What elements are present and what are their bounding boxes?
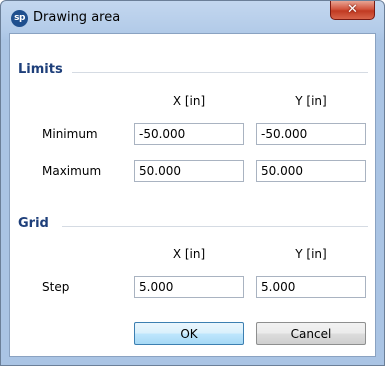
step-x-input[interactable] <box>134 276 244 298</box>
window-title: Drawing area <box>33 10 121 25</box>
cancel-button[interactable]: Cancel <box>256 322 366 345</box>
app-logo-icon: sp <box>11 10 28 27</box>
dialog-window: sp Drawing area ✕ Limits X [in] Y [in] M… <box>0 0 385 366</box>
ok-button[interactable]: OK <box>134 322 244 345</box>
limits-y-column-header: Y [in] <box>295 94 327 108</box>
grid-y-column-header: Y [in] <box>295 247 327 261</box>
grid-section-divider <box>62 226 368 227</box>
maximum-y-input[interactable] <box>256 160 366 182</box>
minimum-label: Minimum <box>42 127 98 141</box>
dialog-content: Limits X [in] Y [in] Minimum Maximum Gri… <box>9 33 376 357</box>
limits-section-title: Limits <box>18 62 63 77</box>
limits-section-divider <box>72 72 368 73</box>
step-label: Step <box>42 280 70 294</box>
close-icon: ✕ <box>347 2 358 17</box>
maximum-label: Maximum <box>42 164 102 178</box>
minimum-y-input[interactable] <box>256 123 366 145</box>
grid-x-column-header: X [in] <box>172 247 206 261</box>
title-bar[interactable]: sp Drawing area ✕ <box>1 1 384 33</box>
grid-section-title: Grid <box>18 216 49 231</box>
maximum-x-input[interactable] <box>134 160 244 182</box>
close-button[interactable]: ✕ <box>330 1 375 20</box>
step-y-input[interactable] <box>256 276 366 298</box>
limits-x-column-header: X [in] <box>172 94 206 108</box>
minimum-x-input[interactable] <box>134 123 244 145</box>
